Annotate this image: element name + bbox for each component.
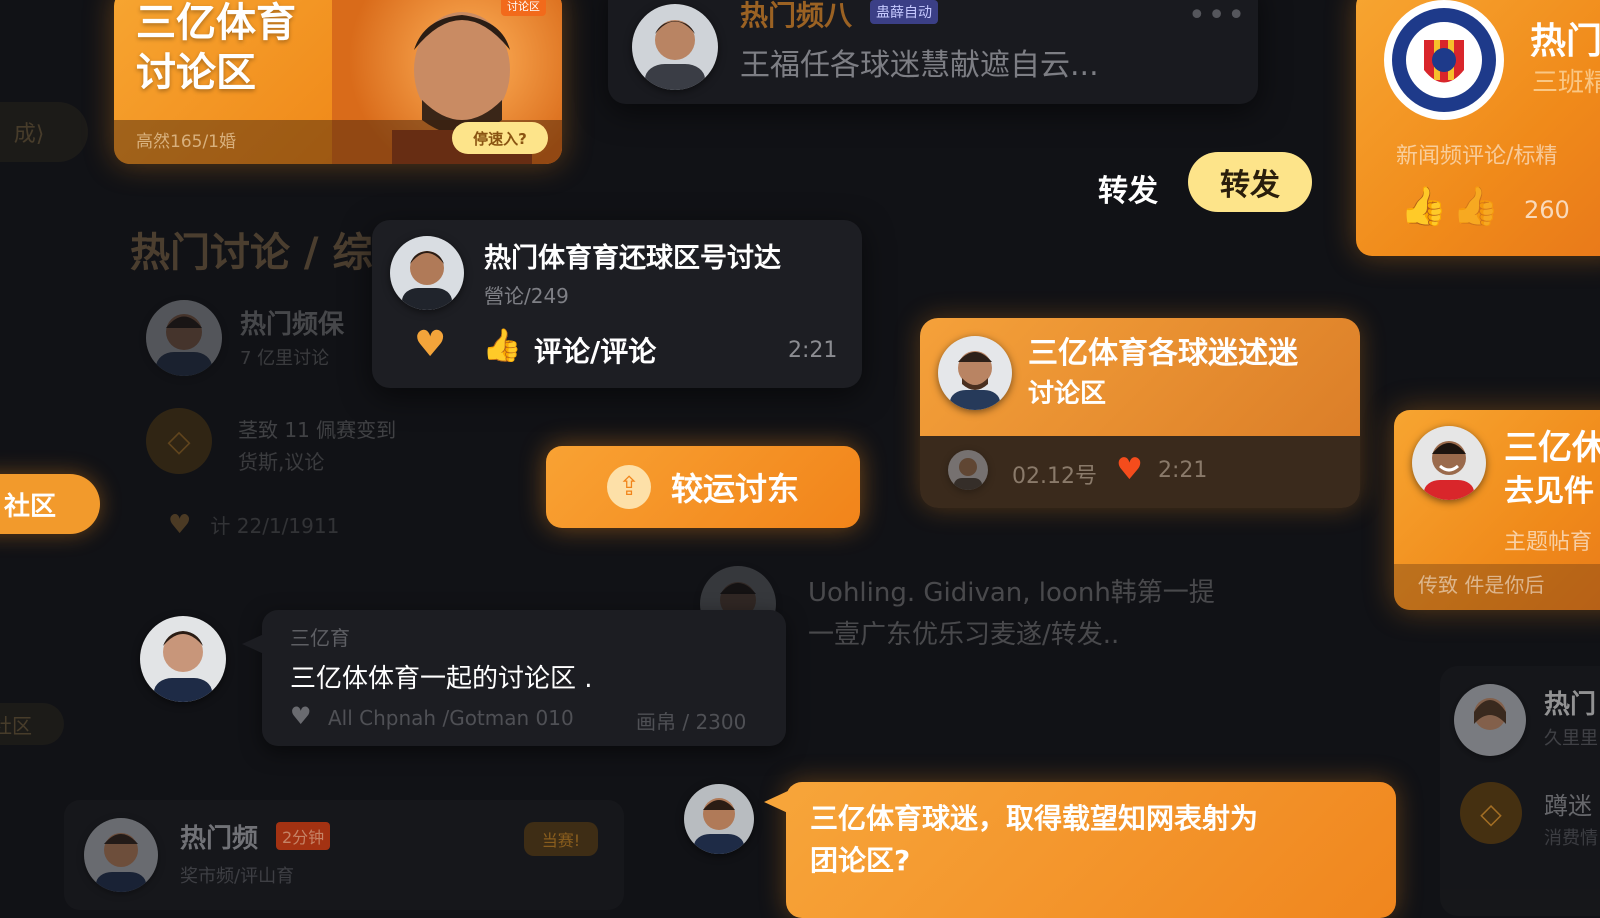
avatar: [632, 4, 718, 90]
right-small-title: 三亿休 去见件: [1504, 428, 1600, 509]
thumb-up-icon[interactable]: 👍: [482, 326, 522, 364]
chat-text: 三亿体体育一起的讨论区 .: [290, 664, 593, 694]
orange-bubble-text: 三亿体育球迷，取得载望知网表射为 团论区?: [810, 802, 1259, 877]
bottom-post-title: 热门频: [180, 824, 259, 854]
join-button[interactable]: 停速入?: [452, 122, 548, 154]
share-label: 转发: [1098, 174, 1158, 209]
ghost-line-2: 一壹广东优乐习麦遂/转发..: [808, 620, 1120, 650]
bubble-tail: [764, 790, 790, 814]
bottom-post[interactable]: 热门频 2分钟 奖市频/评山育 当赛!: [64, 800, 624, 910]
ghost-line-1: Uohling. Gidivan, loonh韩第一提: [808, 578, 1215, 608]
share-icon: ⇪: [606, 465, 651, 509]
right-small-card[interactable]: 三亿休 去见件 主题帖育 传致 件是你后: [1394, 410, 1600, 610]
bubble-tail: [242, 634, 264, 654]
diamond-icon: ◇: [146, 408, 212, 474]
banner-footer-text: 高然165/1婚: [136, 132, 236, 152]
thumb-up-icon[interactable]: 👍: [1400, 184, 1447, 229]
top-post-title: 热门频八: [740, 0, 853, 32]
club-card[interactable]: 热门 三班精 新闻频评论/标精 👍 👍 260: [1356, 0, 1600, 256]
banner-title: 三亿体育 讨论区: [136, 0, 296, 96]
hot-item-3[interactable]: ♥ 计 22/1/1911: [168, 510, 339, 540]
left-chip-community[interactable]: 社区: [0, 474, 100, 534]
discussion-subtitle: 營论/249: [484, 284, 569, 308]
right-small-sub: 主题帖育: [1504, 530, 1593, 555]
hot-item-3-text: 计 22/1/1911: [210, 514, 340, 538]
avatar: [1412, 426, 1486, 500]
discussion-card[interactable]: 热门体育育还球区号讨达 營论/249 ♥ 👍 评论/评论 2:21: [372, 220, 862, 388]
right-small-footer: 传致 件是你后: [1418, 573, 1545, 597]
club-count: 260: [1524, 196, 1570, 224]
avatar: [938, 336, 1012, 410]
heart-icon: ♥: [168, 510, 192, 540]
share-button[interactable]: 转发: [1188, 152, 1312, 212]
fan-card-time: 2:21: [1158, 458, 1208, 483]
banner-badge: 讨论区: [501, 0, 546, 16]
avatar: [390, 236, 464, 310]
bottom-post-badge: 2分钟: [276, 822, 331, 850]
hot-item-2-title: 茎致 11 佩赛变到: [238, 418, 397, 442]
club-subtitle: 三班精: [1532, 68, 1600, 98]
club-caption: 新闻频评论/标精: [1396, 144, 1558, 169]
left-chip-bottom[interactable]: 社区: [0, 703, 64, 745]
diamond-icon: ◇: [1460, 782, 1522, 844]
cta-label: 较运讨东: [670, 470, 799, 508]
top-post-text: 王福任各球迷慧献遮自云...: [740, 48, 1099, 83]
bottom-post-sub: 奖市频/评山育: [180, 866, 295, 887]
chat-sender: 三亿育: [290, 626, 350, 650]
hot-item-1-title: 热门频保: [240, 310, 345, 340]
orange-bubble[interactable]: 三亿体育球迷，取得载望知网表射为 团论区?: [764, 782, 1396, 918]
right-bottom-item: 蹲迷: [1544, 792, 1592, 820]
more-dots-icon[interactable]: •••: [1188, 0, 1247, 33]
bottom-post-tag[interactable]: 当赛!: [524, 822, 598, 856]
discussion-title: 热门体育育还球区号讨达: [484, 243, 781, 274]
top-post-badge: 蛊薛自动: [870, 0, 938, 24]
right-bottom-item-sub: 消费情: [1544, 828, 1598, 849]
club-crest-icon: [1384, 0, 1504, 120]
avatar: [140, 616, 226, 702]
club-title: 热门: [1530, 21, 1600, 62]
right-bottom-sub: 久里里: [1544, 728, 1598, 749]
thumb-up-faded-icon[interactable]: 👍: [1452, 184, 1499, 229]
cta-button[interactable]: ⇪ 较运讨东: [546, 446, 860, 528]
chat-bubble[interactable]: 三亿育 三亿体体育一起的讨论区 . ♥ All Chpnah /Gotman 0…: [242, 610, 786, 746]
discussion-time: 2:21: [788, 338, 838, 363]
fire-icon: ♥: [1116, 452, 1143, 487]
hot-item-2-sub: 货斯,议论: [238, 450, 325, 474]
right-bottom-panel[interactable]: 热门 久里里 ◇ 蹲迷 消费情: [1440, 666, 1600, 916]
avatar: [1454, 684, 1526, 756]
fan-card-date: 02.12号: [1012, 464, 1097, 489]
heart-icon[interactable]: ♥: [414, 324, 446, 365]
chat-meta: All Chpnah /Gotman 010: [328, 706, 574, 730]
hot-item-1-sub: 7 亿里讨论: [240, 348, 330, 369]
heart-icon[interactable]: ♥: [290, 702, 312, 730]
avatar: [84, 818, 158, 892]
fan-card-title: 三亿体育各球迷述迷 讨论区: [1028, 336, 1298, 409]
avatar: [684, 784, 754, 854]
discussion-action[interactable]: 评论/评论: [534, 330, 656, 370]
right-bottom-title: 热门: [1544, 690, 1597, 720]
fan-card[interactable]: 三亿体育各球迷述迷 讨论区 02.12号 ♥ 2:21: [920, 318, 1360, 508]
left-chip-top[interactable]: 成⟩: [0, 102, 88, 162]
avatar: [146, 300, 222, 376]
chat-count: 画帛 / 2300: [636, 710, 747, 734]
top-post-card[interactable]: 热门频八 蛊薛自动 王福任各球迷慧献遮自云... •••: [608, 0, 1258, 104]
avatar: [948, 450, 988, 490]
banner-card[interactable]: 三亿体育 讨论区 讨论区 高然165/1婚 停速入?: [114, 0, 562, 164]
